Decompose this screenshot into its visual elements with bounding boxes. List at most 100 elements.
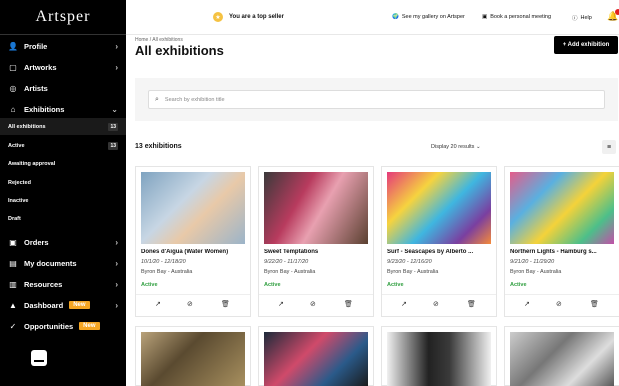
exhibition-dates: 9/23/20 - 12/16/20 xyxy=(387,259,432,265)
exhibition-thumbnail[interactable] xyxy=(510,332,614,386)
sidebar-item-label: Artworks xyxy=(24,62,57,72)
exhibition-title: Surf - Seascapes by Alberto ... xyxy=(387,249,474,255)
delete-icon[interactable]: 🗑 xyxy=(590,300,599,308)
sidebar-subitem-draft[interactable]: Draft xyxy=(0,210,126,227)
notification-dot xyxy=(615,9,619,15)
exhibition-thumbnail[interactable] xyxy=(264,332,368,386)
sidebar-subitem-awaiting-approval[interactable]: Awaiting approval xyxy=(0,155,126,172)
artsper-logo[interactable]: Artsper xyxy=(0,0,126,35)
sidebar-item-opportunities[interactable]: ✓ Opportunities New xyxy=(0,316,126,336)
chart-icon: ▲ xyxy=(9,300,17,310)
exhibition-card[interactable]: Northern Lights - Hamburg s... 9/21/20 - … xyxy=(504,166,619,317)
exhibition-thumbnail[interactable] xyxy=(387,172,491,244)
exhibition-card[interactable]: Surf - Seascapes by Alberto ... 9/23/20 -… xyxy=(381,166,497,317)
see-gallery-link[interactable]: 🌍 See my gallery on Artsper xyxy=(392,14,465,20)
exhibition-thumbnail[interactable] xyxy=(264,172,368,244)
delete-icon[interactable]: 🗑 xyxy=(467,300,476,308)
notification-bell-icon[interactable]: 🔔 xyxy=(607,9,619,22)
chat-icon[interactable] xyxy=(31,350,47,366)
exhibition-location: Byron Bay - Australia xyxy=(510,269,562,275)
sidebar-item-label: Opportunities xyxy=(24,321,74,331)
sidebar-item-artists[interactable]: ◎ Artists xyxy=(0,78,126,98)
sidebar-item-profile[interactable]: 👤 Profile › xyxy=(0,36,126,56)
exhibition-title: Northern Lights - Hamburg s... xyxy=(510,249,597,255)
chevron-right-icon: › xyxy=(115,237,118,247)
exhibition-thumbnail[interactable] xyxy=(510,172,614,244)
sidebar-item-artworks[interactable]: ▢ Artworks › xyxy=(0,57,126,77)
share-icon[interactable]: ↗ xyxy=(278,300,284,308)
list-view-icon[interactable]: ≡ xyxy=(602,140,616,154)
delete-icon[interactable]: 🗑 xyxy=(344,300,353,308)
exhibition-dates: 10/1/20 - 12/18/20 xyxy=(141,259,186,265)
exhibition-thumbnail[interactable] xyxy=(141,332,245,386)
new-badge: New xyxy=(69,301,90,309)
exhibition-location: Byron Bay - Australia xyxy=(141,269,193,275)
card-divider xyxy=(505,294,619,295)
display-results-select[interactable]: Display 20 results ⌄ xyxy=(431,144,481,150)
sidebar-item-exhibitions[interactable]: ⌂ Exhibitions ⌄ xyxy=(0,99,126,119)
document-icon: ▤ xyxy=(9,258,17,268)
sidebar-subitem-label: Rejected xyxy=(8,179,31,186)
share-icon[interactable]: ↗ xyxy=(401,300,407,308)
palette-icon: ◎ xyxy=(9,83,17,93)
sidebar-subitem-label: All exhibitions xyxy=(8,123,46,130)
card-divider xyxy=(259,294,373,295)
share-icon[interactable]: ↗ xyxy=(524,300,530,308)
new-badge: New xyxy=(79,322,100,330)
frame-icon: ▢ xyxy=(9,62,17,72)
sidebar-subitem-label: Awaiting approval xyxy=(8,160,56,167)
chevron-right-icon: › xyxy=(115,258,118,268)
disable-icon[interactable]: ⊘ xyxy=(433,300,439,308)
exhibition-title: Dones d'Aigua (Water Women) xyxy=(141,249,229,255)
chevron-right-icon: › xyxy=(115,300,118,310)
delete-icon[interactable]: 🗑 xyxy=(221,300,230,308)
count-badge: 13 xyxy=(108,141,118,150)
sidebar-subitem-inactive[interactable]: Inactive xyxy=(0,192,126,209)
exhibition-card[interactable] xyxy=(258,326,374,386)
sidebar-item-dashboard[interactable]: ▲ Dashboard New › xyxy=(0,295,126,315)
exhibition-card[interactable] xyxy=(135,326,251,386)
sidebar-subitem-label: Draft xyxy=(8,215,21,222)
sidebar-subitem-rejected[interactable]: Rejected xyxy=(0,174,126,191)
sidebar-item-label: Artists xyxy=(24,83,48,93)
exhibition-dates: 9/22/20 - 11/17/20 xyxy=(264,259,309,265)
sidebar-item-label: Resources xyxy=(24,279,63,289)
sidebar-item-resources[interactable]: ▥ Resources › xyxy=(0,274,126,294)
exhibition-card[interactable] xyxy=(381,326,497,386)
disable-icon[interactable]: ⊘ xyxy=(187,300,193,308)
sidebar-subitem-all-exhibitions[interactable]: All exhibitions 13 xyxy=(0,118,126,135)
search-panel: ⌕ Search by exhibition title xyxy=(135,78,618,121)
chevron-down-icon: ⌄ xyxy=(111,104,118,114)
check-circle-icon: ✓ xyxy=(9,321,17,331)
status-badge: Active xyxy=(510,282,527,288)
sidebar-subitem-active[interactable]: Active 13 xyxy=(0,137,126,154)
top-seller-text: You are a top seller xyxy=(229,14,284,20)
exhibition-card[interactable] xyxy=(504,326,619,386)
sidebar-item-label: Dashboard xyxy=(24,300,64,310)
sidebar: Artsper 👤 Profile › ▢ Artworks › ◎ Artists ⌂ Exhi… xyxy=(0,0,126,386)
globe-icon: 🌍 xyxy=(392,14,399,20)
sidebar-subitem-label: Active xyxy=(8,142,25,149)
sidebar-item-orders[interactable]: ▣ Orders › xyxy=(0,232,126,252)
add-exhibition-button[interactable]: + Add exhibition xyxy=(554,36,618,54)
search-input[interactable]: ⌕ Search by exhibition title xyxy=(148,90,605,109)
sidebar-subitem-label: Inactive xyxy=(8,197,29,204)
user-icon: 👤 xyxy=(8,41,18,51)
exhibition-thumbnail[interactable] xyxy=(141,172,245,244)
help-link[interactable]: ⓘ Help xyxy=(572,14,592,22)
sidebar-item-label: Orders xyxy=(24,237,49,247)
chevron-right-icon: › xyxy=(115,62,118,72)
status-badge: Active xyxy=(264,282,281,288)
sidebar-item-my-documents[interactable]: ▤ My documents › xyxy=(0,253,126,273)
status-badge: Active xyxy=(387,282,404,288)
exhibition-thumbnail[interactable] xyxy=(387,332,491,386)
exhibition-card[interactable]: Sweet Temptations 9/22/20 - 11/17/20 Byron… xyxy=(258,166,374,317)
chevron-down-icon: ⌄ xyxy=(475,144,481,150)
book-meeting-link[interactable]: ▣ Book a personal meeting xyxy=(482,14,551,20)
share-icon[interactable]: ↗ xyxy=(155,300,161,308)
card-divider xyxy=(382,294,496,295)
exhibition-card[interactable]: Dones d'Aigua (Water Women) 10/1/20 - 12/… xyxy=(135,166,251,317)
disable-icon[interactable]: ⊘ xyxy=(556,300,562,308)
star-icon: ★ xyxy=(213,12,223,22)
disable-icon[interactable]: ⊘ xyxy=(310,300,316,308)
